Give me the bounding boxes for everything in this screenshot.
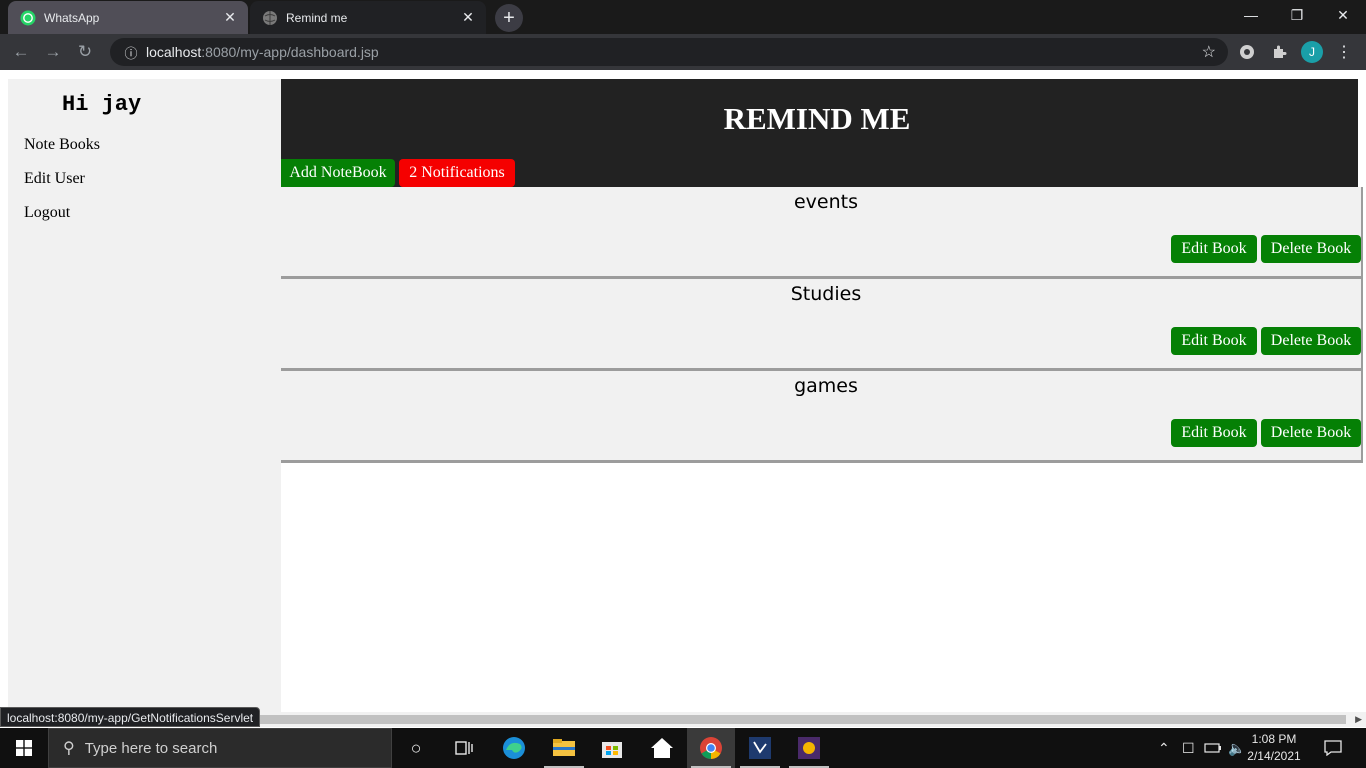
close-tab-icon[interactable]: ✕ [458,8,478,28]
tab-remind-me[interactable]: Remind me ✕ [250,1,486,34]
scroll-right-arrow-icon[interactable]: ▶ [1355,714,1362,725]
bookmark-star-icon[interactable]: ☆ [1202,42,1216,62]
info-icon[interactable]: ⓘ [118,43,144,62]
notebook-card: games Edit Book Delete Book [281,371,1363,463]
puzzle-icon[interactable] [1270,43,1288,61]
edit-book-button[interactable]: Edit Book [1171,419,1257,447]
search-icon: ⚲ [63,740,75,757]
window-controls: — ❐ ✕ [1228,0,1366,30]
notifications-button[interactable]: 2 Notifications [399,159,515,187]
app-title: REMIND ME [723,101,911,136]
globe-icon [262,10,278,26]
tab-whatsapp[interactable]: WhatsApp ✕ [8,1,248,34]
app-icon-2[interactable] [785,728,833,768]
delete-book-button[interactable]: Delete Book [1261,235,1361,263]
page-viewport: Hi jay Note Books Edit User Logout REMIN… [0,70,1366,712]
notebook-name: Studies [790,283,862,305]
add-notebook-button[interactable]: Add NoteBook [281,159,395,187]
back-arrow-icon[interactable]: ← [8,39,34,65]
taskbar-clock[interactable]: 1:08 PM 2/14/2021 [1244,731,1304,765]
whatsapp-icon [20,10,36,26]
task-view-icon[interactable] [440,728,488,768]
notification-center-icon[interactable] [1324,728,1342,768]
tab-title: WhatsApp [44,10,100,25]
notebook-name: games [794,375,858,397]
clock-date: 2/14/2021 [1247,749,1301,763]
scrollbar-thumb[interactable] [260,715,1346,724]
minimize-icon[interactable]: — [1228,0,1274,30]
user-greeting: Hi jay [62,92,142,117]
sidebar-link-logout[interactable]: Logout [24,204,70,222]
store-icon[interactable] [588,728,636,768]
edit-book-button[interactable]: Edit Book [1171,235,1257,263]
menu-kebab-icon[interactable]: ⋮ [1336,42,1352,62]
tray-device-icon[interactable]: ☐ [1182,728,1195,768]
windows-taskbar: ⚲ Type here to search ○ ⌃ ☐ 🔈 1:08 PM 2/… [0,728,1366,768]
sidebar-link-edit-user[interactable]: Edit User [24,170,85,188]
app-icon-1[interactable] [736,728,784,768]
browser-tabstrip: WhatsApp ✕ Remind me ✕ + — ❐ ✕ [0,0,1366,34]
chrome-icon[interactable] [687,728,735,768]
browser-toolbar: ← → ↻ ⓘ localhost:8080/my-app/dashboard.… [0,34,1366,70]
url-path: :8080/my-app/dashboard.jsp [201,44,379,60]
close-window-icon[interactable]: ✕ [1320,0,1366,30]
taskbar-search-placeholder: Type here to search [84,739,218,757]
tray-chevron-icon[interactable]: ⌃ [1158,728,1170,768]
reload-icon[interactable]: ↻ [72,39,98,65]
edit-book-button[interactable]: Edit Book [1171,327,1257,355]
close-tab-icon[interactable]: ✕ [220,8,240,28]
tab-title: Remind me [286,10,348,25]
clock-time: 1:08 PM [1251,732,1297,746]
sidebar-link-note-books[interactable]: Note Books [24,136,100,154]
notebook-list: events Edit Book Delete Book Studies Edi… [281,187,1363,463]
notebook-name: events [793,191,858,213]
battery-icon[interactable] [1204,728,1222,768]
delete-book-button[interactable]: Delete Book [1261,419,1361,447]
sidebar: Hi jay Note Books Edit User Logout [8,79,281,712]
forward-arrow-icon[interactable]: → [40,39,66,65]
cortana-icon[interactable]: ○ [392,728,440,768]
edge-icon[interactable] [490,728,538,768]
notebook-card: Studies Edit Book Delete Book [281,279,1363,371]
home-icon[interactable] [638,728,686,768]
windows-start-icon[interactable] [0,728,48,768]
profile-avatar[interactable]: J [1301,41,1323,63]
new-tab-button[interactable]: + [495,4,523,32]
extension-circle-icon[interactable] [1238,43,1256,61]
volume-icon[interactable]: 🔈 [1228,728,1245,768]
address-bar[interactable]: ⓘ localhost:8080/my-app/dashboard.jsp ☆ [110,38,1228,66]
notebook-card: events Edit Book Delete Book [281,187,1363,279]
link-status-bubble: localhost:8080/my-app/GetNotificationsSe… [0,707,261,727]
taskbar-search-box[interactable]: ⚲ Type here to search [48,728,392,768]
app-header: REMIND ME Add NoteBook 2 Notifications [281,79,1358,187]
restore-icon[interactable]: ❐ [1274,0,1320,30]
url-host: localhost [146,44,202,60]
delete-book-button[interactable]: Delete Book [1261,327,1361,355]
file-explorer-icon[interactable] [540,728,588,768]
